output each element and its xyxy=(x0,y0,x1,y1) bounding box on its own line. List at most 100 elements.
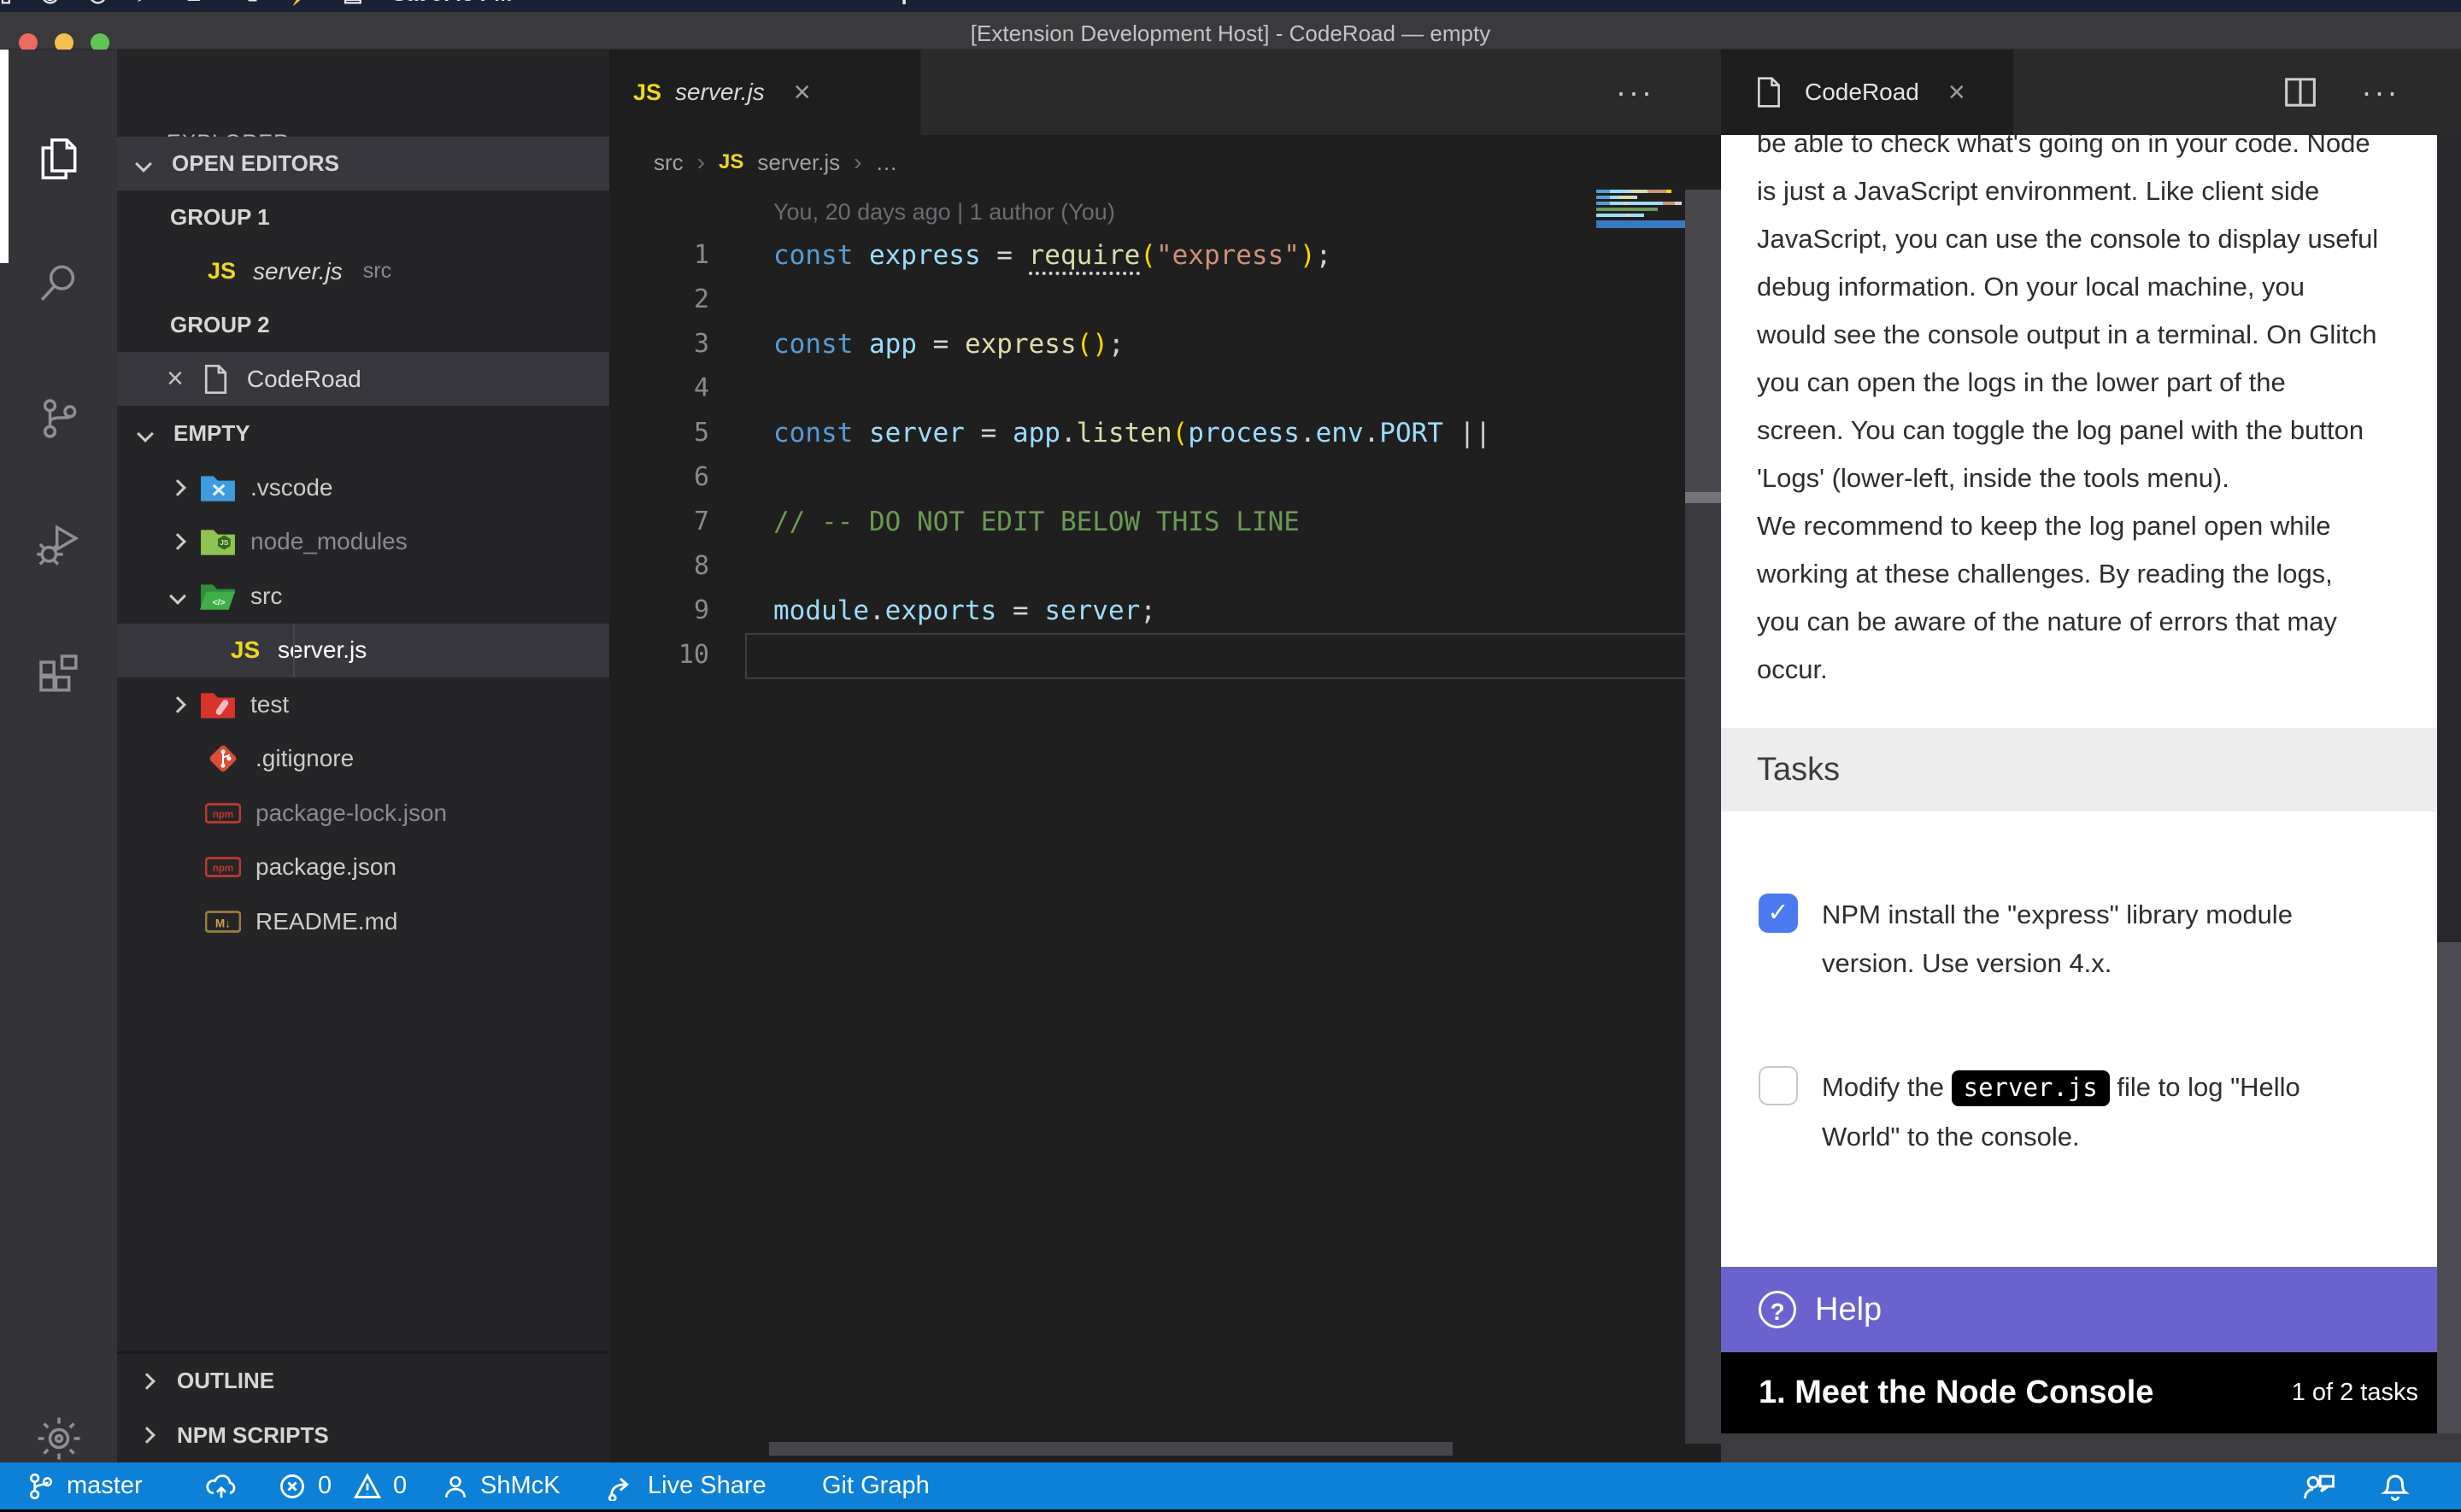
tree-item-label: README.md xyxy=(255,908,397,935)
breadcrumb[interactable]: src › JS server.js › … xyxy=(609,135,1721,190)
status-item-0[interactable]: 0 xyxy=(279,1462,332,1509)
menubar-status-icon[interactable]: ▤ xyxy=(343,0,363,6)
tree-item-test[interactable]: test xyxy=(117,677,609,731)
lesson-footer[interactable]: 1. Meet the Node Console 1 of 2 tasks xyxy=(1721,1352,2461,1433)
task1-text-line2: version. Use version 4.x. xyxy=(1822,939,2437,987)
git-branch-icon xyxy=(26,1472,55,1501)
code-line-3[interactable]: 3const app = express(); xyxy=(609,322,1721,366)
menubar-status-icon[interactable]: ◉ xyxy=(41,0,60,6)
lesson-progress: 1 of 2 tasks xyxy=(2292,1379,2418,1407)
tree-item-label: package-lock.json xyxy=(255,800,447,827)
tree-item-node-modules[interactable]: JSnode_modules xyxy=(117,515,609,569)
editor-actions-more-icon[interactable]: ··· xyxy=(1616,50,1654,135)
folder-section-header[interactable]: EMPTY xyxy=(117,407,609,460)
activity-item-run-debug[interactable] xyxy=(0,492,117,595)
code-line-5[interactable]: 5const server = app.listen(process.env.P… xyxy=(609,411,1721,455)
menubar-status-area[interactable]: ▯◉◎➤▲⌥⚡▤Sat 9:45 PM xyxy=(0,0,2461,12)
js-file-icon: JS xyxy=(226,636,264,664)
help-accordion[interactable]: ? Help xyxy=(1721,1267,2461,1352)
open-editors-group2-label: GROUP 2 xyxy=(117,298,609,352)
code-line-2[interactable]: 2 xyxy=(609,278,1721,322)
svg-text:npm: npm xyxy=(213,864,233,874)
lesson-title: 1. Meet the Node Console xyxy=(1759,1374,2153,1411)
status-item-cloud-upload[interactable] xyxy=(205,1462,238,1509)
split-editor-icon[interactable] xyxy=(2275,50,2326,135)
status-item-master[interactable]: master xyxy=(26,1462,143,1509)
code-line-1[interactable]: 1const express = require("express"); xyxy=(609,233,1721,278)
task2-checkbox-unchecked[interactable] xyxy=(1759,1066,1798,1105)
tree-item-README-md[interactable]: M↓README.md xyxy=(117,894,609,948)
webview-scrollbar-track[interactable] xyxy=(2437,942,2461,1433)
activity-item-search[interactable] xyxy=(0,231,117,334)
svg-text:JS: JS xyxy=(220,538,229,547)
line-number: 9 xyxy=(609,589,709,633)
open-editors-header[interactable]: OPEN EDITORS xyxy=(117,137,609,190)
line-number: 10 xyxy=(609,633,709,677)
tree-item-package-lock-json[interactable]: npmpackage-lock.json xyxy=(117,786,609,840)
close-tab-icon[interactable]: × xyxy=(1948,76,1965,109)
open-editors-group1-label: GROUP 1 xyxy=(117,190,609,244)
open-editor-filename: CodeRoad xyxy=(247,366,361,393)
tree-item--gitignore[interactable]: .gitignore xyxy=(117,732,609,786)
close-tab-icon[interactable]: × xyxy=(794,76,811,109)
status-item-feedback[interactable] xyxy=(2302,1462,2336,1509)
status-item-git-graph[interactable]: Git Graph xyxy=(822,1462,930,1509)
menubar-status-icon[interactable]: ⌥ xyxy=(233,0,258,6)
tree-item-label: test xyxy=(250,691,289,718)
tree-item-label: .vscode xyxy=(250,474,333,501)
tab-coderoad[interactable]: CodeRoad × xyxy=(1721,50,2013,135)
tree-item-package-json[interactable]: npmpackage.json xyxy=(117,841,609,894)
open-editor-detail: src xyxy=(363,259,391,284)
status-item-0[interactable]: 0 xyxy=(354,1462,407,1509)
tab-serverjs[interactable]: JS server.js × xyxy=(609,50,921,135)
activity-item-explorer[interactable] xyxy=(0,108,117,210)
tree-item-src[interactable]: </>src xyxy=(117,569,609,623)
task1-text-line1: NPM install the "express" library module xyxy=(1822,890,2437,939)
code-line-9[interactable]: 9module.exports = server; xyxy=(609,589,1721,633)
chevron-down-icon xyxy=(137,425,154,442)
menubar-status-icon[interactable]: ▲ xyxy=(183,0,204,6)
menubar-status-icon[interactable]: ◎ xyxy=(89,0,108,6)
line-number: 1 xyxy=(609,233,709,278)
close-icon[interactable]: × xyxy=(167,362,184,396)
horizontal-scrollbar-thumb[interactable] xyxy=(769,1442,1453,1456)
code-line-10[interactable]: 10 xyxy=(609,633,1721,677)
tree-item--vscode[interactable]: .vscode xyxy=(117,460,609,514)
status-item-bell[interactable] xyxy=(2381,1462,2410,1509)
status-item-shmck[interactable]: ShMcK xyxy=(443,1462,560,1509)
active-view-indicator xyxy=(0,50,9,263)
activity-item-source-control[interactable] xyxy=(0,367,117,470)
task2-text-line2: World" to the console. xyxy=(1822,1112,2437,1161)
line-number: 2 xyxy=(609,278,709,322)
warning-triangle-icon xyxy=(354,1473,381,1500)
task1-checkbox-checked[interactable]: ✓ xyxy=(1759,894,1798,933)
webview-scrollbar-thumb[interactable] xyxy=(2437,135,2461,942)
panel-more-actions-icon[interactable]: ··· xyxy=(2355,50,2406,135)
node-file-icon: JS xyxy=(199,526,237,557)
section-label: OUTLINE xyxy=(177,1368,274,1394)
sidebar-section-npm-scripts[interactable]: NPM SCRIPTS xyxy=(117,1409,609,1462)
menubar-status-icon[interactable]: ➤ xyxy=(136,0,154,6)
open-editor-item-coderoad[interactable]: × CodeRoad xyxy=(117,352,609,406)
activity-bar xyxy=(0,50,117,1462)
code-line-6[interactable]: 6 xyxy=(609,455,1721,500)
menubar-status-icon[interactable]: ▯ xyxy=(0,0,12,6)
js-file-icon: JS xyxy=(719,150,743,174)
tree-item-server-js[interactable]: JSserver.js xyxy=(117,624,609,677)
activity-item-extensions[interactable] xyxy=(0,622,117,724)
code-line-8[interactable]: 8 xyxy=(609,544,1721,589)
code-line-7[interactable]: 7// -- DO NOT EDIT BELOW THIS LINE xyxy=(609,500,1721,544)
line-number: 3 xyxy=(609,322,709,366)
code-line-4[interactable]: 4 xyxy=(609,366,1721,411)
error-circle-icon xyxy=(279,1473,306,1500)
menubar-status-icon[interactable]: ⚡ xyxy=(287,0,314,6)
npm-file-icon: npm xyxy=(204,852,242,882)
inline-code-chip: server.js xyxy=(1952,1070,2110,1106)
open-editor-item-serverjs[interactable]: JS server.js src xyxy=(117,244,609,298)
sidebar-section-outline[interactable]: OUTLINE xyxy=(117,1354,609,1408)
test-file-icon xyxy=(199,689,237,720)
cloud-upload-icon xyxy=(205,1473,238,1500)
macos-menubar: CodeFileEditSelectionViewGoRunTerminalWi… xyxy=(0,0,2461,12)
chevron-down-icon xyxy=(135,155,152,173)
status-item-live-share[interactable]: Live Share xyxy=(607,1462,766,1509)
